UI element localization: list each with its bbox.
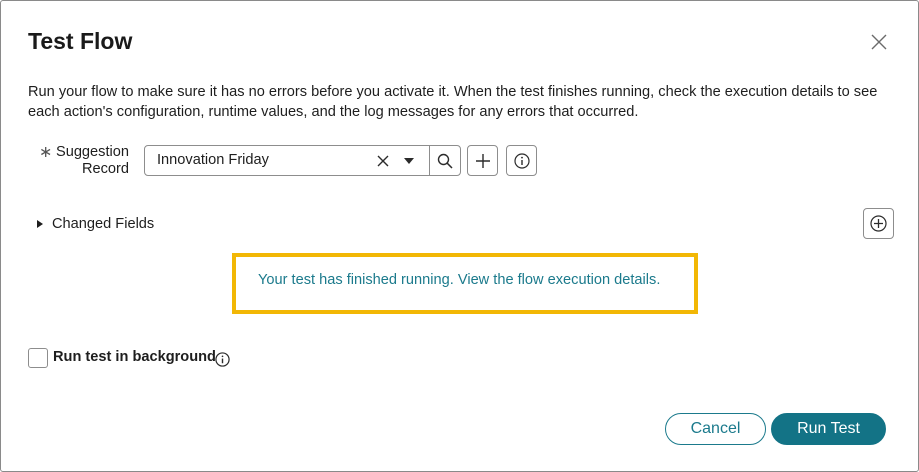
dialog-description: Run your flow to make sure it has no err… [28, 84, 878, 120]
plus-circle-icon [870, 215, 887, 232]
chevron-down-icon [404, 158, 414, 164]
changed-fields-toggle[interactable]: Changed Fields [37, 214, 154, 234]
lookup-search-button[interactable] [430, 146, 460, 175]
cancel-button[interactable]: Cancel [665, 413, 766, 445]
plus-icon [475, 153, 490, 168]
suggestion-record-field[interactable]: Innovation Friday [144, 145, 461, 176]
run-in-background-label[interactable]: Run test in background [53, 349, 216, 365]
clear-button[interactable] [374, 152, 392, 170]
changed-fields-label: Changed Fields [52, 216, 155, 232]
add-record-button[interactable] [467, 145, 498, 176]
suggestion-record-label: ∗ Suggestion Record [39, 144, 129, 178]
run-in-background-checkbox[interactable] [28, 348, 48, 368]
run-test-button[interactable]: Run Test [771, 413, 886, 445]
add-field-button[interactable] [863, 208, 894, 239]
required-marker: ∗ [39, 144, 53, 161]
info-icon [513, 152, 530, 169]
suggestion-record-value[interactable]: Innovation Friday [157, 152, 269, 168]
info-icon [214, 351, 230, 367]
close-icon [871, 34, 887, 50]
close-button[interactable] [867, 30, 891, 54]
dropdown-button[interactable] [402, 156, 416, 166]
test-flow-dialog: Test Flow Run your flow to make sure it … [0, 0, 919, 472]
background-info-button[interactable] [214, 351, 230, 367]
record-info-button[interactable] [506, 145, 537, 176]
dialog-title: Test Flow [28, 28, 133, 54]
caret-right-icon [37, 220, 43, 228]
suggestion-record-label-text: Suggestion Record [55, 144, 129, 177]
clear-icon [377, 155, 389, 167]
flow-execution-details-link[interactable]: Your test has finished running. View the… [258, 272, 660, 288]
search-icon [437, 153, 453, 169]
